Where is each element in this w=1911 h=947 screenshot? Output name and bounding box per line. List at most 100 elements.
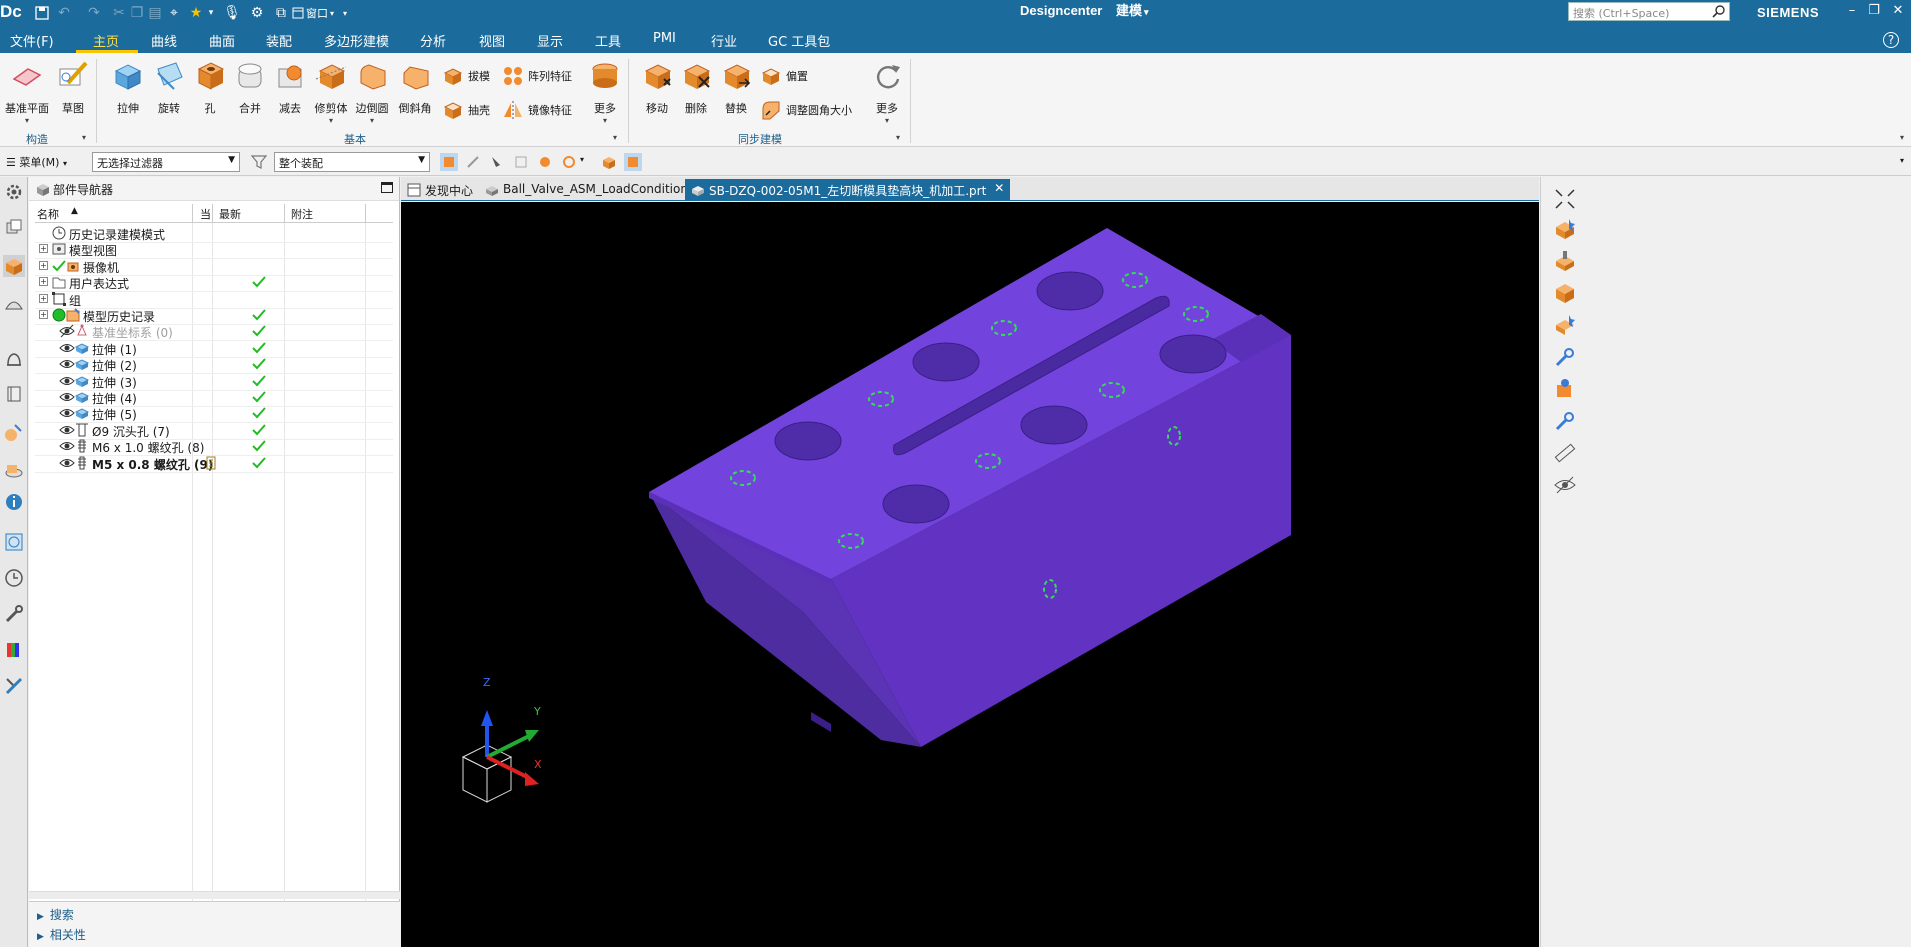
- palette-color-icon[interactable]: [3, 639, 25, 661]
- resize-blend-button[interactable]: 调整圆角大小: [760, 99, 852, 121]
- tools-icon[interactable]: [3, 603, 25, 625]
- extrude-button[interactable]: 拉伸: [107, 59, 149, 116]
- basic-group-dropdown-icon[interactable]: ▾: [613, 133, 617, 142]
- basic-more-button[interactable]: 更多 ▾: [584, 59, 626, 125]
- column-note[interactable]: 附注: [291, 206, 313, 222]
- tab-ball-valve[interactable]: Ball_Valve_ASM_LoadCondition.prt: [479, 179, 717, 201]
- navigator-scrollbar[interactable]: [29, 891, 400, 899]
- unite-button[interactable]: 合并: [229, 59, 271, 116]
- command-finder-icon[interactable]: ⚙: [248, 3, 266, 23]
- feature-sparkle-icon[interactable]: [1553, 313, 1577, 337]
- tab-discovery-center[interactable]: 发现中心: [401, 179, 481, 201]
- snap-point-icon[interactable]: [488, 153, 506, 171]
- sync-group-dropdown-icon[interactable]: ▾: [896, 133, 900, 142]
- part-navigator-icon[interactable]: [3, 255, 25, 277]
- part-model[interactable]: [401, 202, 1539, 947]
- expand-toggle-icon[interactable]: +: [39, 277, 48, 287]
- command-search-input[interactable]: 搜索 (Ctrl+Space): [1568, 2, 1730, 21]
- select-component-icon[interactable]: [624, 153, 642, 171]
- orange-tool-icon[interactable]: [1553, 377, 1577, 401]
- selbar-options-icon[interactable]: ▾: [1900, 156, 1904, 165]
- redo-icon[interactable]: ↷: [84, 3, 104, 23]
- favorites-dropdown-icon[interactable]: ▾: [206, 3, 216, 23]
- mirror-feature-button[interactable]: 镜像特征: [502, 99, 572, 121]
- tab-file[interactable]: 文件(F): [10, 31, 54, 51]
- chamfer-button[interactable]: 倒斜角: [394, 59, 436, 116]
- help-icon[interactable]: ?: [1883, 32, 1899, 48]
- visibility-eye-icon[interactable]: [59, 455, 75, 471]
- tab-home[interactable]: 主页: [93, 31, 119, 51]
- tab-active-part[interactable]: SB-DZQ-002-05M1_左切断模具垫高块_机加工.prt ✕: [685, 179, 1011, 201]
- hole-button[interactable]: 孔: [189, 59, 231, 116]
- assembly-navigator-icon[interactable]: [3, 217, 25, 239]
- expand-toggle-icon[interactable]: +: [39, 244, 48, 254]
- microphone-icon[interactable]: 🎙: [223, 3, 241, 23]
- tab-assembly[interactable]: 装配: [266, 31, 292, 51]
- tab-view[interactable]: 视图: [479, 31, 505, 51]
- tab-surface[interactable]: 曲面: [209, 31, 235, 51]
- column-current[interactable]: 当: [200, 206, 211, 222]
- tab-polygon-modeling[interactable]: 多边形建模: [324, 31, 389, 51]
- tool-wrench-icon[interactable]: [1553, 345, 1577, 369]
- hole-feature-icon[interactable]: [1553, 217, 1577, 241]
- history-palette-icon[interactable]: [3, 421, 25, 443]
- settings-gear-icon[interactable]: [3, 181, 25, 203]
- maximize-navigator-icon[interactable]: [381, 182, 393, 193]
- subtract-button[interactable]: 减去: [269, 59, 311, 116]
- hide-eye-icon[interactable]: [1553, 473, 1577, 497]
- graphics-viewport[interactable]: Z Y X: [401, 202, 1539, 947]
- tree-node[interactable]: M5 x 0.8 螺纹孔 (9): [35, 453, 393, 473]
- snap-midpoint-icon[interactable]: [512, 153, 530, 171]
- app-mode[interactable]: 建模: [1116, 3, 1142, 18]
- offset-region-button[interactable]: 偏置: [760, 65, 808, 87]
- mode-dropdown-icon[interactable]: ▾: [1144, 7, 1149, 17]
- threaded-hole-icon[interactable]: [1553, 249, 1577, 273]
- shell-button[interactable]: 抽壳: [442, 99, 490, 121]
- expand-toggle-icon[interactable]: +: [39, 310, 48, 319]
- revolve-button[interactable]: 旋转: [148, 59, 190, 116]
- select-body-icon[interactable]: [600, 153, 618, 171]
- select-feature-icon[interactable]: [440, 153, 458, 171]
- delete-face-button[interactable]: 删除: [675, 59, 717, 116]
- close-tab-icon[interactable]: ✕: [994, 181, 1004, 195]
- snap-dropdown-icon[interactable]: ▾: [580, 155, 584, 164]
- sync-more-button[interactable]: 更多 ▾: [866, 59, 908, 125]
- system-materials-icon[interactable]: [3, 459, 25, 481]
- select-edge-icon[interactable]: [464, 153, 482, 171]
- close-button[interactable]: ✕: [1888, 3, 1908, 23]
- tab-display[interactable]: 显示: [537, 31, 563, 51]
- type-filter-select[interactable]: 无选择过滤器 ▼: [92, 152, 240, 172]
- move-face-button[interactable]: 移动: [636, 59, 678, 116]
- undo-icon[interactable]: ↶: [54, 3, 74, 23]
- ribbon-options-icon[interactable]: ▾: [1900, 133, 1904, 142]
- web-browser-icon[interactable]: [3, 531, 25, 553]
- tab-tools[interactable]: 工具: [595, 31, 621, 51]
- measure-ruler-icon[interactable]: [1553, 441, 1577, 465]
- fit-view-icon[interactable]: [1553, 187, 1577, 211]
- filter-icon[interactable]: [250, 153, 268, 171]
- tab-gc-toolkit[interactable]: GC 工具包: [768, 31, 830, 51]
- notification-bell-icon[interactable]: [3, 349, 25, 371]
- tab-pmi[interactable]: PMI: [653, 31, 676, 51]
- tool-wrench-icon[interactable]: [1553, 409, 1577, 433]
- reuse-library-icon[interactable]: [3, 383, 25, 405]
- replace-face-button[interactable]: 替换: [715, 59, 757, 116]
- minimize-button[interactable]: –: [1842, 3, 1862, 23]
- cut-icon[interactable]: ✂: [110, 3, 128, 23]
- dependencies-panel-toggle[interactable]: ▶ 相关性: [37, 926, 86, 943]
- search-panel-toggle[interactable]: ▶ 搜索: [37, 906, 74, 923]
- touch-mode-icon[interactable]: ⌖: [165, 3, 183, 23]
- sketch-button[interactable]: 草图: [52, 59, 94, 116]
- favorites-star-icon[interactable]: ★: [188, 3, 204, 23]
- tab-industry[interactable]: 行业: [711, 31, 737, 51]
- constraint-navigator-icon[interactable]: [3, 293, 25, 315]
- edge-blend-button[interactable]: 边倒圆 ▾: [351, 59, 393, 125]
- customize-dropdown-icon[interactable]: ▾: [340, 3, 350, 23]
- window-switch-icon[interactable]: ⧉: [272, 3, 290, 23]
- info-icon[interactable]: [3, 491, 25, 513]
- expand-toggle-icon[interactable]: +: [39, 293, 48, 303]
- column-name[interactable]: 名称: [37, 206, 59, 222]
- pattern-feature-button[interactable]: 阵列特征: [502, 65, 572, 87]
- menu-button[interactable]: ☰ 菜单(M) ▾: [6, 154, 67, 170]
- copy-icon[interactable]: ❐: [128, 3, 146, 23]
